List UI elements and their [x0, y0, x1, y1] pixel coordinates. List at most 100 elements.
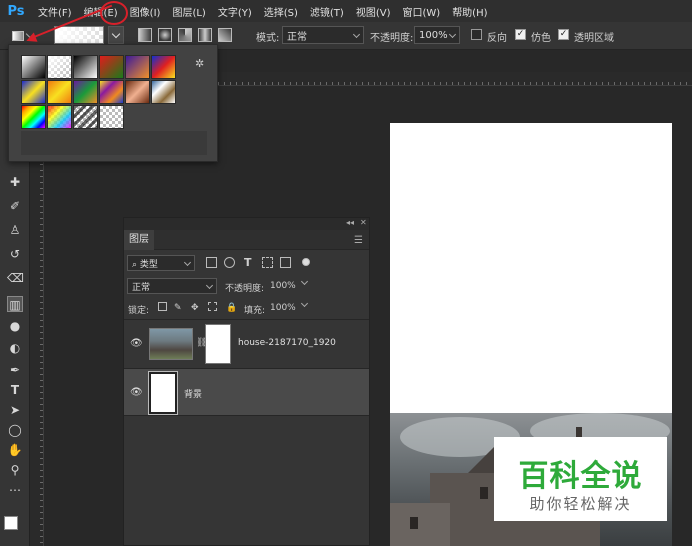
foreground-color-swatch[interactable]: [4, 516, 18, 530]
clone-stamp-tool-icon[interactable]: ♙: [7, 222, 23, 238]
dodge-tool-icon[interactable]: ◐: [7, 340, 23, 356]
eraser-tool-icon[interactable]: ⌫: [7, 270, 24, 286]
menu-select[interactable]: 选择(S): [264, 4, 298, 19]
gradient-preset-grid: [21, 55, 176, 129]
layer-row-house[interactable]: 👁 ⛓ house-2187170_1920: [124, 319, 369, 367]
hand-tool-icon[interactable]: ✋: [7, 442, 23, 458]
house-window: [410, 517, 418, 529]
gradient-preset-blue-red-yellow[interactable]: [151, 55, 176, 79]
blur-tool-icon[interactable]: ●: [7, 318, 23, 334]
pixel-filter-icon[interactable]: [206, 257, 217, 268]
smart-object-filter-icon[interactable]: [280, 257, 291, 268]
reflected-gradient-icon[interactable]: [198, 28, 212, 42]
gradient-preset-fg-transparent[interactable]: [47, 55, 72, 79]
ellipse-tool-icon[interactable]: ◯: [7, 422, 23, 438]
layers-panel: ◂◂ ✕ 图层 ☰ ⌕ 类型 T 正常 不透明度: 100% 锁定: ✎ ✥ 🔒…: [123, 217, 370, 546]
healing-brush-tool-icon[interactable]: ✚: [7, 174, 23, 190]
lock-position-icon[interactable]: ✥: [191, 303, 199, 313]
menu-help[interactable]: 帮助(H): [452, 4, 487, 19]
opacity-input[interactable]: 100%: [414, 26, 460, 44]
gradient-preset-orange-yellow-orange[interactable]: [47, 80, 72, 104]
more-tools-icon[interactable]: ⋯: [7, 482, 23, 498]
gradient-preset-red-green[interactable]: [99, 55, 124, 79]
gear-icon[interactable]: ✲: [195, 57, 204, 70]
transparency-checkbox[interactable]: ✓: [558, 29, 569, 40]
document-white-area[interactable]: [390, 123, 672, 413]
tab-layers[interactable]: 图层: [124, 230, 154, 250]
layer-thumbnail: [149, 328, 193, 360]
gradient-preset-violet-orange[interactable]: [125, 55, 150, 79]
zoom-tool-icon[interactable]: ⚲: [7, 462, 23, 478]
diamond-gradient-icon[interactable]: [218, 28, 232, 42]
gradient-swatch[interactable]: [54, 26, 104, 44]
angle-gradient-icon[interactable]: [178, 28, 192, 42]
watermark-subtitle: 助你轻松解决: [529, 495, 632, 513]
chevron-down-icon: [183, 258, 192, 266]
layer-row-background[interactable]: 👁 背景: [124, 368, 369, 416]
filter-toggle-icon[interactable]: [302, 258, 310, 266]
history-brush-tool-icon[interactable]: ↺: [7, 246, 23, 262]
gradient-picker-dropdown[interactable]: [108, 26, 124, 44]
shape-filter-icon[interactable]: [262, 257, 273, 268]
lock-transparent-icon[interactable]: [158, 302, 167, 311]
linear-gradient-icon[interactable]: [138, 28, 152, 42]
layer-filter-row: ⌕ 类型 T: [124, 252, 371, 274]
brush-tool-icon[interactable]: ✐: [7, 198, 23, 214]
collapse-panel-icon[interactable]: ◂◂: [346, 218, 354, 227]
gradient-preset-blue-yellow-blue[interactable]: [21, 80, 46, 104]
mode-select[interactable]: 正常: [282, 26, 364, 44]
menu-file[interactable]: 文件(F): [38, 4, 72, 19]
path-selection-tool-icon[interactable]: ➤: [7, 402, 23, 418]
layer-filter-value: ⌕ 类型: [132, 259, 158, 270]
gradient-preset-chrome[interactable]: [151, 80, 176, 104]
chevron-down-icon[interactable]: [300, 299, 309, 308]
layer-filter-select[interactable]: ⌕ 类型: [127, 255, 195, 271]
layer-name[interactable]: 背景: [184, 387, 202, 400]
menu-filter[interactable]: 滤镜(T): [310, 4, 344, 19]
dither-checkbox[interactable]: ✓: [515, 29, 526, 40]
pen-tool-icon[interactable]: ✒: [7, 362, 23, 378]
layer-opacity-value[interactable]: 100%: [270, 281, 296, 291]
lock-all-icon[interactable]: 🔒: [226, 303, 237, 313]
chevron-down-icon[interactable]: [300, 277, 309, 286]
reverse-checkbox[interactable]: [471, 29, 482, 40]
gradient-preset-spectrum[interactable]: [21, 105, 46, 129]
gradient-preset-copper[interactable]: [125, 80, 150, 104]
layer-mask-thumbnail[interactable]: [205, 324, 231, 364]
adjustment-filter-icon[interactable]: [224, 257, 235, 268]
visibility-eye-icon[interactable]: 👁: [130, 338, 143, 349]
visibility-eye-icon[interactable]: 👁: [130, 387, 143, 398]
lock-row: 锁定: ✎ ✥ 🔒 填充: 100%: [124, 297, 371, 319]
chevron-down-icon: [111, 29, 121, 38]
blend-row: 正常 不透明度: 100%: [124, 275, 371, 297]
reverse-label: 反向: [487, 33, 507, 44]
type-tool-icon[interactable]: T: [7, 382, 23, 398]
gradient-tool-icon[interactable]: ▥: [7, 296, 23, 312]
layer-name[interactable]: house-2187170_1920: [238, 338, 336, 348]
gradient-preset-transparent-checker[interactable]: [99, 105, 124, 129]
gradient-type-group: [138, 28, 232, 42]
radial-gradient-icon[interactable]: [158, 28, 172, 42]
gradient-preset-black-white[interactable]: [73, 55, 98, 79]
blend-mode-select[interactable]: 正常: [127, 278, 217, 294]
fill-value[interactable]: 100%: [270, 303, 296, 313]
close-panel-icon[interactable]: ✕: [360, 218, 367, 227]
menu-view[interactable]: 视图(V): [356, 4, 391, 19]
fill-label: 填充:: [244, 306, 266, 316]
horizontal-ruler: [218, 72, 692, 86]
photoshop-logo: Ps: [7, 3, 25, 19]
menu-window[interactable]: 窗口(W): [402, 4, 440, 19]
lock-pixels-icon[interactable]: ✎: [174, 303, 182, 313]
type-filter-icon[interactable]: T: [244, 256, 252, 269]
lock-artboard-icon[interactable]: [208, 302, 217, 311]
gradient-preset-fg-bg[interactable]: [21, 55, 46, 79]
menu-type[interactable]: 文字(Y): [218, 4, 252, 19]
gradient-preset-yellow-violet-orange-blue[interactable]: [99, 80, 124, 104]
panel-menu-icon[interactable]: ☰: [354, 235, 363, 246]
gradient-preset-transparent-rainbow[interactable]: [47, 105, 72, 129]
menu-image[interactable]: 图像(I): [130, 4, 161, 19]
gradient-preset-violet-green-orange[interactable]: [73, 80, 98, 104]
menu-layer[interactable]: 图层(L): [172, 4, 205, 19]
gradient-preset-transparent-stripes[interactable]: [73, 105, 98, 129]
watermark-title: 百科全说: [518, 459, 643, 494]
